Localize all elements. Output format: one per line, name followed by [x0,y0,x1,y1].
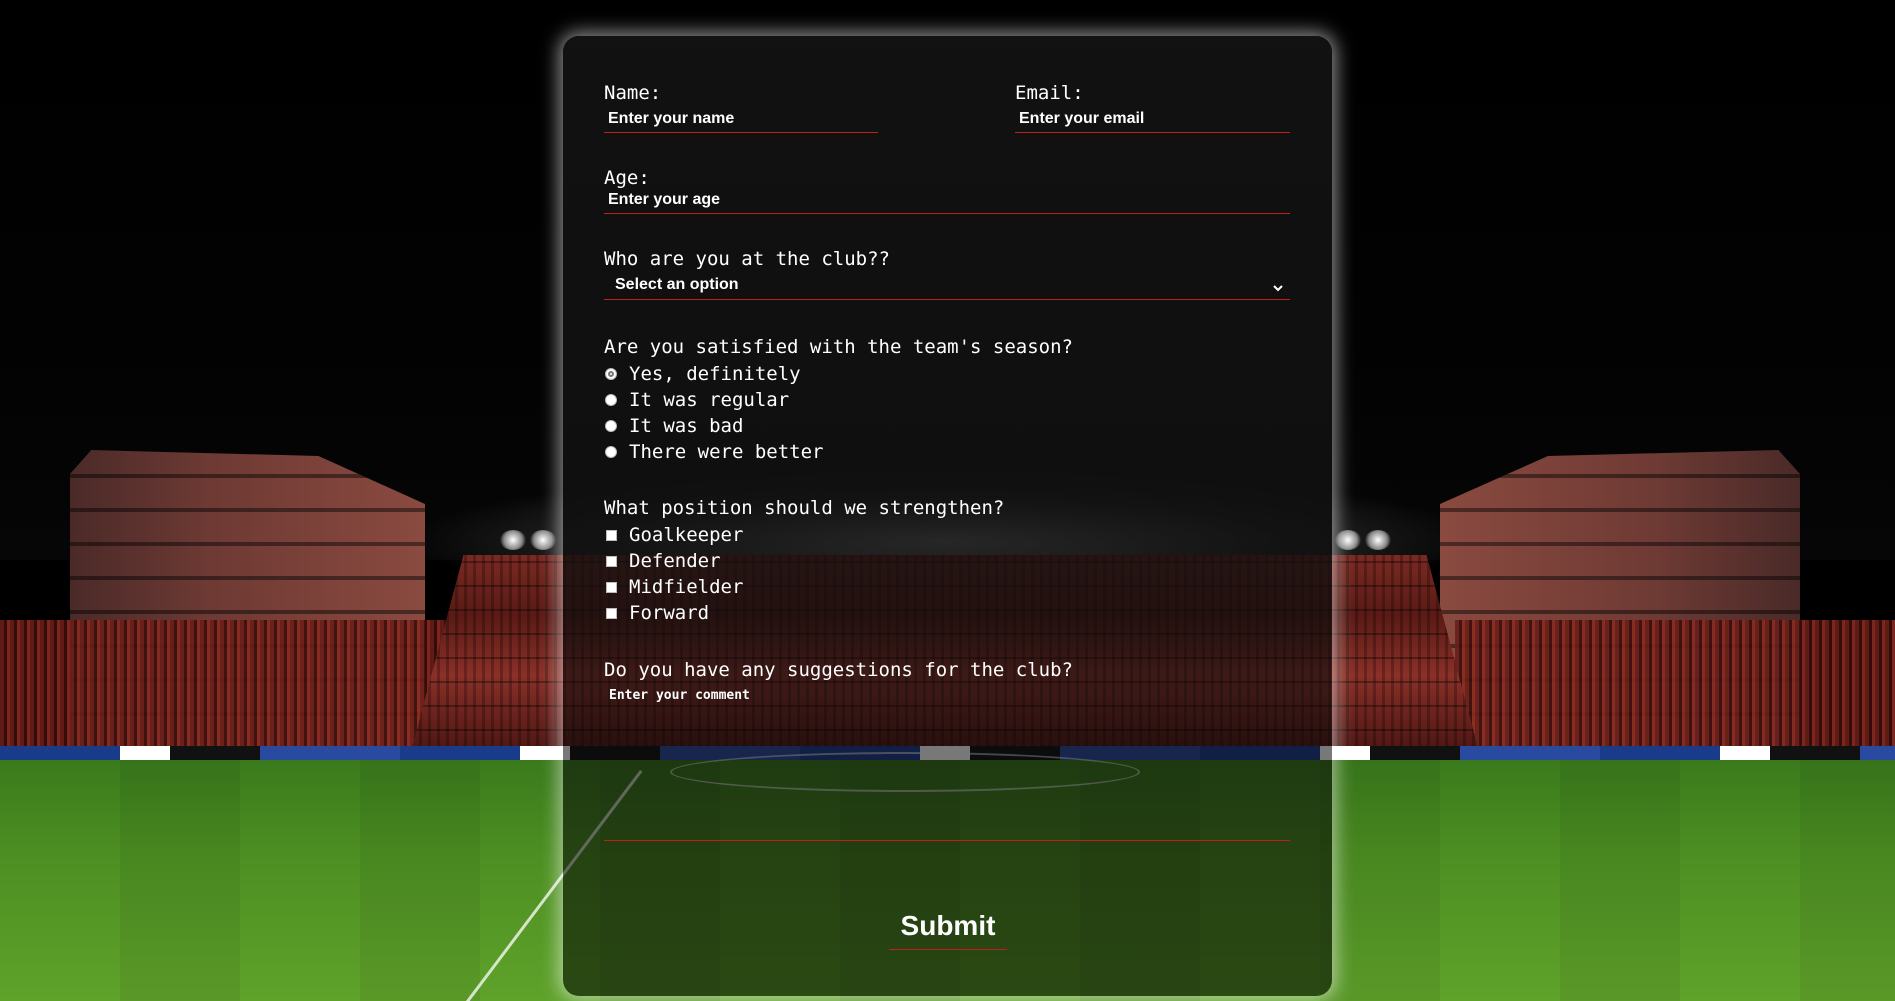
floodlight [530,530,556,550]
suggestions-label: Do you have any suggestions for the club… [604,659,1073,681]
name-underline [604,132,878,133]
satisfaction-option[interactable]: It was regular [604,388,789,412]
suggestions-underline [604,840,1290,841]
option-label: Forward [629,602,710,624]
satisfaction-label: Are you satisfied with the team's season… [604,336,1073,358]
floodlight [1335,530,1361,550]
radio-button[interactable] [605,394,617,406]
email-underline [1015,132,1290,133]
option-label: It was regular [629,389,790,411]
checkbox[interactable] [606,581,617,593]
name-input[interactable] [605,107,877,131]
chevron-down-icon [1272,279,1284,291]
floodlight [1365,530,1391,550]
role-label: Who are you at the club?? [604,248,890,270]
position-option[interactable]: Forward [604,601,709,625]
age-input[interactable] [605,188,1289,212]
option-label: Goalkeeper [629,524,744,546]
email-input[interactable] [1016,107,1288,131]
position-label: What position should we strengthen? [604,497,1005,519]
role-select[interactable]: Select an option [604,270,1290,300]
checkbox[interactable] [606,529,617,541]
name-label: Name: [604,82,662,104]
checkbox[interactable] [606,607,617,619]
option-label: There were better [629,441,824,463]
age-label: Age: [604,167,650,189]
crowd-left [0,620,460,750]
satisfaction-option[interactable]: Yes, definitely [604,362,801,386]
survey-form: Name: Email: Age: Who are you at the clu… [563,36,1332,996]
option-label: Defender [629,550,721,572]
submit-button[interactable]: Submit [889,902,1007,950]
email-label: Email: [1015,82,1084,104]
crowd-right [1455,620,1895,750]
option-label: It was bad [629,415,744,437]
position-option[interactable]: Midfielder [604,575,743,599]
floodlight [500,530,526,550]
radio-button[interactable] [605,446,617,458]
satisfaction-option[interactable]: There were better [604,440,823,464]
option-label: Yes, definitely [629,363,801,385]
radio-button[interactable] [605,420,617,432]
position-option[interactable]: Defender [604,549,721,573]
age-underline [604,213,1290,214]
checkbox[interactable] [606,555,617,567]
satisfaction-option[interactable]: It was bad [604,414,743,438]
position-option[interactable]: Goalkeeper [604,523,743,547]
option-label: Midfielder [629,576,744,598]
suggestions-textarea[interactable] [604,680,1290,876]
radio-button[interactable] [605,368,617,380]
role-select-value: Select an option [615,275,739,293]
